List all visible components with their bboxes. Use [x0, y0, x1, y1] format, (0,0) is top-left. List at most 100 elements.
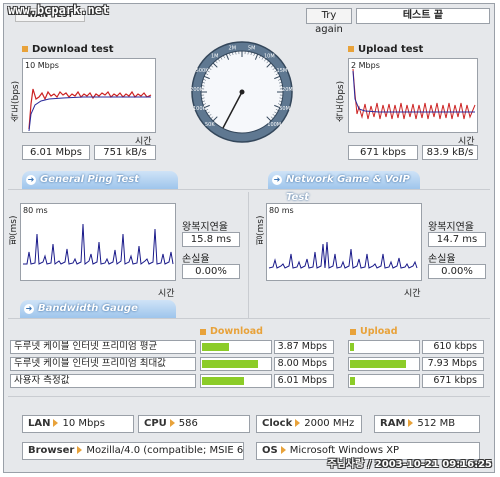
gauge-tick-label: 100M: [267, 122, 281, 128]
download-bar: [200, 374, 272, 388]
try-again-button[interactable]: Try again: [306, 8, 352, 35]
download-avg-trace: [28, 96, 151, 132]
tab-general-ping-test[interactable]: ➜ General Ping Test: [22, 171, 178, 189]
upload-value: 610 kbps: [422, 340, 484, 354]
gauge-tick-label: 20M: [282, 87, 293, 93]
upload-bar: [348, 357, 420, 371]
download-value: 8.00 Mbps: [274, 357, 334, 371]
lan-info: LAN 10 Mbps: [22, 415, 134, 433]
upload-graph: 2 Mbps: [348, 58, 478, 133]
download-bar: [200, 357, 272, 371]
download-ylabel: 속도(bps): [11, 80, 21, 122]
triangle-icon: [169, 419, 175, 427]
upload-title: Upload test: [348, 44, 423, 55]
tab-bandwidth-gauge[interactable]: ➜ Bandwidth Gauge: [20, 300, 176, 318]
bandwidth-row-label: 두루넷 케이블 인터넷 프리미엄 평균: [10, 340, 196, 354]
game-rtt-value: 14.7 ms: [428, 232, 486, 247]
upload-bar: [348, 374, 420, 388]
ping-scale: 80 ms: [23, 206, 48, 215]
watermark-top: www.bcpark.net: [8, 3, 110, 17]
triangle-icon: [408, 419, 414, 427]
gauge-tick-label: 2M: [229, 46, 237, 52]
lan-label: LAN: [28, 418, 51, 429]
arrow-right-icon: ➜: [24, 304, 34, 314]
download-title-text: Download test: [32, 44, 114, 55]
browser-label: Browser: [28, 445, 75, 456]
upload-bar-fill: [350, 343, 354, 351]
ping-graph: 80 ms: [20, 203, 176, 281]
game-loss-label: 손실율: [428, 254, 456, 265]
gauge-tick-label: 1M: [211, 54, 219, 60]
tab-network-game-voip-test[interactable]: ➜ Network Game & VoIP Test: [268, 171, 420, 203]
bullet-icon: [200, 328, 206, 335]
ram-info: RAM 512 MB: [374, 415, 480, 433]
gauge-tick-label: 5M: [248, 46, 256, 52]
arrow-right-icon: ➜: [26, 175, 36, 185]
upload-bar: [348, 340, 420, 354]
ram-value: 512 MB: [417, 418, 456, 429]
triangle-icon: [53, 419, 59, 427]
download-bar-fill: [202, 360, 258, 368]
triangle-icon: [280, 446, 286, 454]
ping-loss-label: 손실율: [182, 254, 210, 265]
bandwidth-download-header: Download: [200, 326, 263, 337]
bullet-icon: [22, 46, 28, 52]
arrow-right-icon: ➜: [272, 175, 282, 185]
download-trace: [28, 88, 152, 130]
game-graph-svg: [268, 241, 418, 269]
bandwidth-row-label: 사용자 측정값: [10, 374, 196, 388]
bandwidth-download-header-text: Download: [210, 326, 263, 337]
download-scale: 10 Mbps: [25, 61, 59, 70]
game-rtt-label: 왕복지연율: [428, 222, 474, 233]
browser-value: Mozilla/4.0 (compatible; MSIE 6.0: [86, 445, 244, 456]
game-trace: [268, 241, 418, 269]
download-value: 3.87 Mbps: [274, 340, 334, 354]
bandwidth-upload-header: Upload: [350, 326, 398, 337]
gauge-svg: 50K100K200K500K1M2M 5M10M15M20M50M100M: [190, 41, 293, 143]
triangle-icon: [77, 446, 83, 454]
ping-loss-value: 0.00%: [182, 264, 240, 279]
cpu-info: CPU 586: [138, 415, 250, 433]
download-bar: [200, 340, 272, 354]
cpu-value: 586: [178, 418, 198, 429]
upload-value: 671 kbps: [422, 374, 484, 388]
game-xlabel: 시간: [404, 289, 421, 299]
upload-title-text: Upload test: [358, 44, 424, 55]
gauge-tick-label: 500K: [196, 68, 210, 74]
triangle-icon: [295, 419, 301, 427]
gauge-tick-label: 50M: [279, 106, 290, 112]
bandwidth-upload-header-text: Upload: [360, 326, 398, 337]
ping-graph-svg: [23, 223, 174, 265]
download-speed-mbps: 6.01 Mbps: [22, 145, 90, 160]
divider: [8, 396, 490, 397]
upload-speed-kbs: 83.9 kB/s: [422, 145, 478, 160]
ram-label: RAM: [380, 418, 406, 429]
upload-scale: 2 Mbps: [351, 61, 380, 70]
ping-ylabel: 핑(ms): [9, 215, 19, 245]
speed-gauge: 50K 100K 200K 500K 1M 2M 5M 10M 15M 20M 50M 100M: [190, 40, 294, 144]
ping-trace: [23, 223, 174, 265]
os-label: OS: [262, 445, 278, 456]
gauge-tick-label: 100K: [193, 106, 207, 112]
download-title: Download test: [22, 44, 114, 55]
clock-info: Clock 2000 MHz: [256, 415, 362, 433]
bullet-icon: [348, 46, 354, 52]
watermark-bottom: 주님사랑 / 2003-10-21 09:16:25: [327, 459, 492, 470]
ping-rtt-value: 15.8 ms: [182, 232, 240, 247]
upload-bar-fill: [350, 360, 406, 368]
download-bar-fill: [202, 343, 229, 351]
gauge-tick-label: 50K: [205, 122, 215, 128]
cpu-label: CPU: [144, 418, 167, 429]
ping-xlabel: 시간: [158, 289, 175, 299]
bandwidth-row-label: 두루넷 케이블 인터넷 프리미엄 최대값: [10, 357, 196, 371]
download-speed-kbs: 751 kB/s: [94, 145, 156, 160]
divider: [8, 189, 490, 190]
gauge-tick-label: 10M: [264, 54, 275, 60]
divider: [8, 318, 490, 319]
upload-ylabel: 속도(bps): [336, 80, 346, 122]
browser-info: Browser Mozilla/4.0 (compatible; MSIE 6.0: [22, 442, 244, 460]
bullet-icon: [350, 328, 356, 335]
download-bar-fill: [202, 377, 244, 385]
upload-value: 7.93 Mbps: [422, 357, 484, 371]
game-scale: 80 ms: [269, 206, 294, 215]
